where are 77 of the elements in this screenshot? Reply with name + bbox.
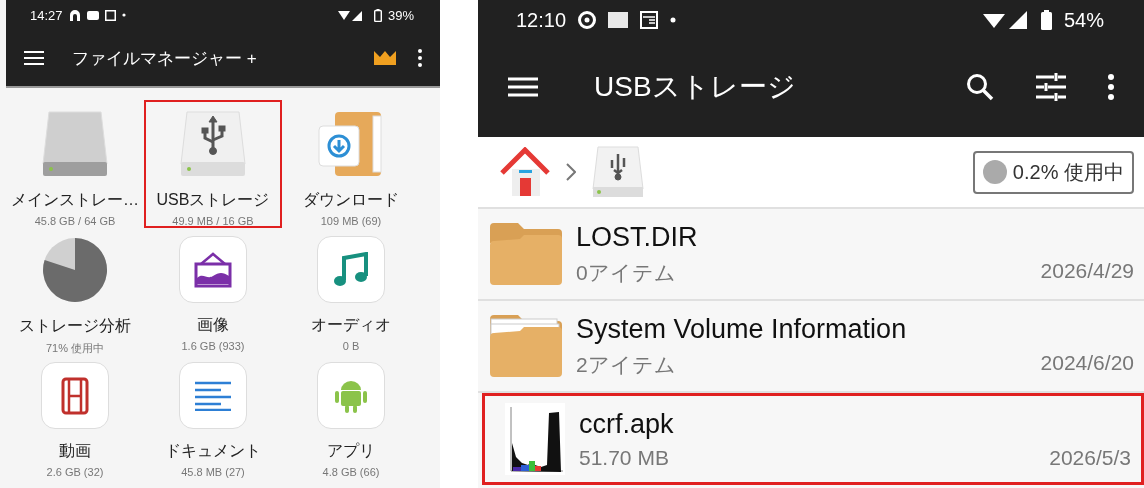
- file-name: ccrf.apk: [579, 408, 675, 440]
- file-detail: 2アイテム: [576, 351, 676, 378]
- category-tile[interactable]: 画像 1.6 GB (933): [144, 228, 282, 354]
- menu-icon[interactable]: [508, 76, 538, 97]
- folder-icon: [490, 223, 562, 285]
- tile-detail: 45.8 MB (27): [181, 466, 245, 478]
- file-row[interactable]: ccrf.apk 51.70 MB 2026/5/3: [482, 393, 1144, 485]
- file-date: 2026/4/29: [1040, 258, 1134, 284]
- file-detail: 0アイテム: [576, 259, 676, 286]
- tile-detail: 0 B: [342, 340, 360, 352]
- storage-usage-badge[interactable]: 0.2% 使用中: [972, 150, 1134, 194]
- documents-icon: [179, 362, 247, 429]
- battery-icon: [373, 8, 382, 22]
- spectrum-thumbnail: [505, 403, 565, 475]
- home-notification-icon: [68, 9, 81, 21]
- category-tile[interactable]: ドキュメント 45.8 MB (27): [144, 354, 282, 480]
- downloads-folder-icon: [317, 110, 385, 178]
- file-date: 2024/6/20: [1040, 350, 1134, 376]
- drive-icon: [41, 110, 109, 178]
- usb-drive-icon[interactable]: [592, 146, 644, 198]
- search-icon[interactable]: [966, 72, 994, 101]
- file-row[interactable]: LOST.DIR 0アイテム 2026/4/29: [478, 209, 1144, 301]
- file-name: LOST.DIR: [576, 221, 699, 253]
- signal-icons: [982, 11, 1029, 29]
- battery-level: 39%: [387, 7, 414, 23]
- usb-drive-icon: [179, 110, 247, 178]
- news-notification-icon: [104, 9, 116, 21]
- status-time: 14:27: [30, 7, 63, 23]
- menu-icon[interactable]: [24, 51, 44, 65]
- audio-icon: [317, 236, 385, 303]
- tile-label: ダウンロード: [303, 190, 399, 210]
- category-tile[interactable]: 動画 2.6 GB (32): [6, 354, 144, 480]
- app-title: USBストレージ: [594, 69, 796, 104]
- tile-label: 動画: [59, 441, 91, 461]
- category-tile[interactable]: ストレージ分析 71% 使用中: [6, 228, 144, 354]
- more-options-icon[interactable]: [1108, 73, 1114, 100]
- folder-with-papers-icon: [490, 315, 562, 377]
- tile-detail: 71% 使用中: [45, 341, 105, 356]
- tile-detail: 4.8 GB (66): [322, 466, 380, 478]
- chevron-right-icon: [566, 163, 576, 181]
- tile-label: オーディオ: [311, 315, 391, 335]
- file-name: System Volume Information: [576, 313, 908, 345]
- battery-level: 54%: [1063, 8, 1104, 32]
- tile-label: 画像: [197, 315, 229, 335]
- news-notification-icon: [640, 11, 659, 29]
- tile-label: USBストレージ: [156, 190, 270, 210]
- tile-detail: 2.6 GB (32): [46, 466, 104, 478]
- file-date: 2026/5/3: [1049, 445, 1131, 470]
- tile-detail: 1.6 GB (933): [181, 340, 245, 352]
- images-icon: [179, 236, 247, 303]
- category-tile[interactable]: ダウンロード 109 MB (69): [282, 100, 420, 228]
- filter-settings-icon[interactable]: [1036, 72, 1066, 101]
- dot-icon: [670, 17, 677, 23]
- battery-icon: [1040, 10, 1052, 30]
- category-tile[interactable]: オーディオ 0 B: [282, 228, 420, 354]
- tile-detail: 45.8 GB / 64 GB: [34, 215, 116, 227]
- more-options-icon[interactable]: [418, 49, 422, 67]
- browser-notification-icon: [578, 11, 597, 29]
- status-time: 12:10: [516, 8, 567, 32]
- dot-icon: [121, 13, 126, 17]
- file-detail: 51.70 MB: [579, 445, 669, 470]
- tile-label: ドキュメント: [165, 441, 261, 461]
- tile-label: ストレージ分析: [19, 316, 131, 336]
- category-tile[interactable]: メインストレー… 45.8 GB / 64 GB: [6, 100, 144, 228]
- tile-label: アプリ: [327, 441, 375, 461]
- tile-detail: 109 MB (69): [320, 215, 382, 227]
- tile-label: メインストレー…: [11, 190, 139, 210]
- app-title: ファイルマネージャー +: [72, 47, 257, 70]
- category-tile[interactable]: アプリ 4.8 GB (66): [282, 354, 420, 480]
- home-icon[interactable]: [500, 147, 550, 197]
- crown-icon[interactable]: [374, 51, 396, 65]
- video-icon: [41, 362, 109, 429]
- file-row[interactable]: System Volume Information 2アイテム 2024/6/20: [478, 301, 1144, 393]
- category-tile[interactable]: USBストレージ 49.9 MB / 16 GB: [144, 100, 282, 228]
- tile-detail: 49.9 MB / 16 GB: [172, 215, 254, 227]
- apps-icon: [317, 362, 385, 429]
- pie-chart-icon: [41, 236, 109, 304]
